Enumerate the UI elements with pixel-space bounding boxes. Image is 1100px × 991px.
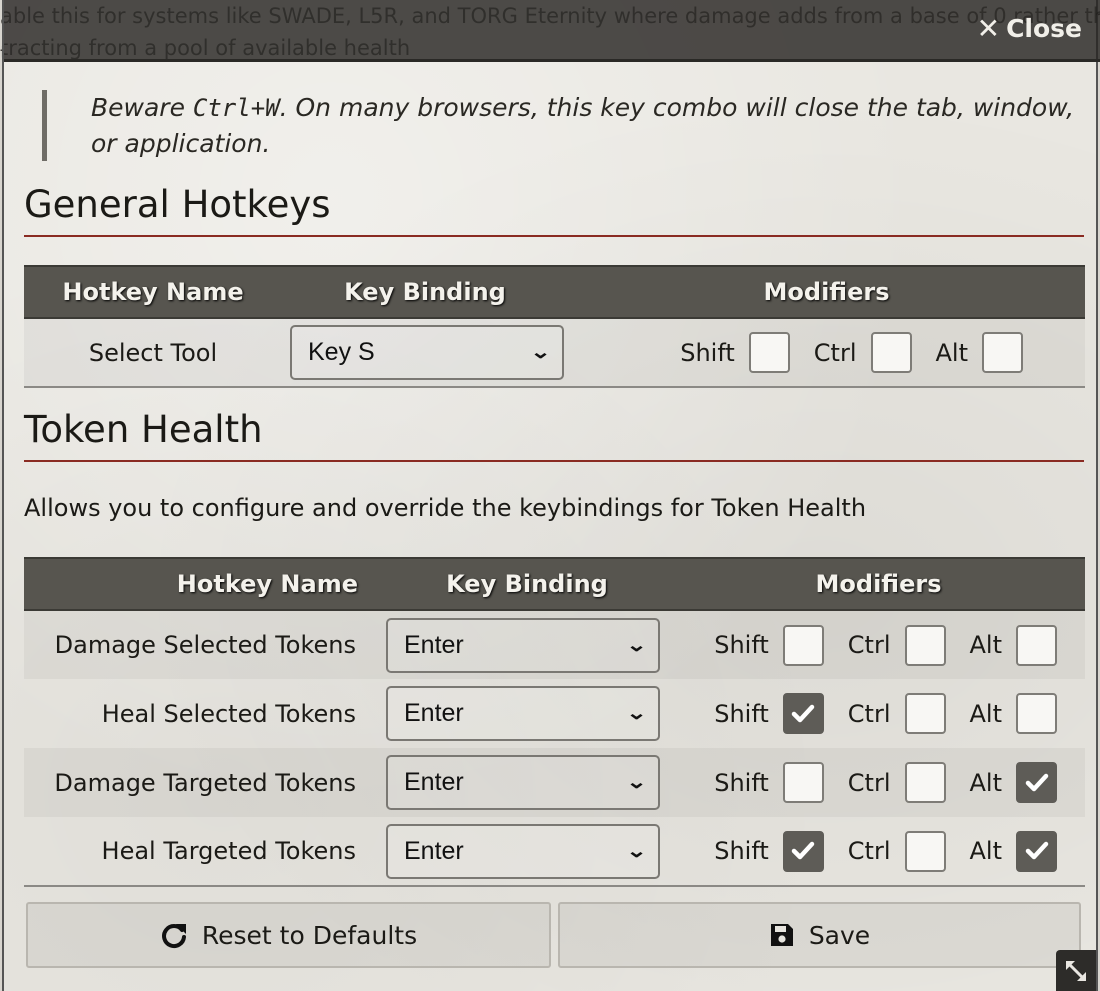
close-icon: ✕ — [976, 12, 1001, 45]
resize-icon — [1065, 960, 1087, 981]
modifiers-group: Shift Ctrl Alt — [568, 332, 1085, 373]
hotkeys-config-window: able this for systems like SWADE, L5R, a… — [2, 0, 1100, 991]
modifiers-group: Shift Ctrl Alt — [672, 693, 1085, 734]
hotkey-name: Damage Targeted Tokens — [24, 748, 382, 817]
floppy-disk-icon — [770, 924, 793, 946]
save-button[interactable]: Save — [558, 902, 1081, 968]
shift-checkbox[interactable] — [782, 762, 824, 803]
table-row: Damage Selected Tokens Enter ⌄ Shift Ctrl Alt — [24, 610, 1085, 679]
chevron-down-icon: ⌄ — [625, 840, 648, 861]
ctrl-checkbox[interactable] — [904, 762, 946, 803]
table-row: Heal Targeted Tokens Enter ⌄ Shift Ctrl Alt — [24, 817, 1085, 887]
alt-label: Alt — [969, 837, 1003, 865]
alt-checkbox[interactable] — [982, 332, 1023, 373]
alt-checkbox[interactable] — [1016, 830, 1057, 872]
key-binding-select[interactable]: Key S ⌄ — [290, 325, 564, 380]
ctrl-checkbox[interactable] — [904, 624, 946, 666]
hotkey-name: Damage Selected Tokens — [24, 610, 382, 679]
column-header-hotkey-name: Hotkey Name — [24, 265, 282, 319]
checkmark-icon — [1025, 773, 1048, 791]
column-header-modifiers: Modifiers — [568, 265, 1085, 319]
reset-to-defaults-button[interactable]: Reset to Defaults — [26, 902, 551, 968]
checkmark-icon — [1025, 841, 1048, 860]
table-row: Damage Targeted Tokens Enter ⌄ Shift Ctrl Alt — [24, 748, 1085, 817]
key-binding-select[interactable]: Enter ⌄ — [386, 823, 660, 879]
table-row: Select Tool Key S ⌄ Shift Ctrl Alt — [24, 318, 1085, 388]
ctrl-label: Ctrl — [847, 837, 891, 865]
key-binding-select[interactable]: Enter ⌄ — [386, 617, 660, 673]
column-header-modifiers: Modifiers — [672, 557, 1085, 611]
key-binding-select[interactable]: Enter ⌄ — [386, 686, 660, 741]
alt-checkbox[interactable] — [1016, 624, 1057, 666]
column-header-key-binding: Key Binding — [382, 557, 672, 611]
save-label: Save — [808, 920, 871, 950]
alt-label: Alt — [969, 768, 1003, 797]
alt-label: Alt — [935, 338, 969, 367]
alt-checkbox[interactable] — [1016, 693, 1057, 734]
chevron-down-icon: ⌄ — [625, 703, 648, 723]
shift-label: Shift — [680, 338, 735, 367]
ctrl-label: Ctrl — [847, 768, 891, 797]
shift-label: Shift — [714, 699, 769, 728]
hotkey-name: Select Tool — [24, 318, 282, 388]
ctrl-label: Ctrl — [847, 699, 891, 728]
resize-handle[interactable] — [1056, 950, 1096, 991]
shift-checkbox[interactable] — [748, 332, 790, 373]
column-header-key-binding: Key Binding — [282, 265, 568, 319]
ctrl-checkbox[interactable] — [870, 332, 912, 373]
ctrl-label: Ctrl — [847, 631, 891, 659]
checkmark-icon — [792, 841, 815, 860]
alt-label: Alt — [969, 699, 1003, 728]
shift-checkbox[interactable] — [782, 693, 824, 734]
modifiers-group: Shift Ctrl Alt — [672, 624, 1085, 666]
redo-icon — [161, 924, 186, 949]
chevron-down-icon: ⌄ — [625, 772, 648, 792]
ctrl-checkbox[interactable] — [904, 830, 946, 872]
shift-label: Shift — [714, 837, 769, 865]
close-button[interactable]: ✕ Close — [977, 12, 1082, 46]
shift-checkbox[interactable] — [782, 624, 824, 666]
ctrl-w-warning: Beware Ctrl+W. On many browsers, this ke… — [42, 90, 1082, 161]
checkmark-icon — [792, 704, 815, 722]
alt-checkbox[interactable] — [1016, 762, 1057, 803]
close-label: Close — [1006, 14, 1082, 43]
ctrl-checkbox[interactable] — [904, 693, 946, 734]
chevron-down-icon: ⌄ — [529, 342, 552, 362]
hotkey-name: Heal Selected Tokens — [101, 699, 356, 728]
table-row: Heal Selected Tokens Enter ⌄ Shift Ctrl Alt — [24, 679, 1085, 748]
chevron-down-icon: ⌄ — [625, 634, 648, 655]
window-titlebar[interactable]: able this for systems like SWADE, L5R, a… — [4, 0, 1100, 62]
column-header-hotkey-name: Hotkey Name — [24, 557, 382, 611]
ctrl-label: Ctrl — [813, 338, 857, 367]
titlebar-underlying-text: able this for systems like SWADE, L5R, a… — [4, 4, 1100, 60]
key-binding-select[interactable]: Enter ⌄ — [386, 755, 660, 810]
shift-label: Shift — [714, 631, 769, 659]
general-hotkeys-table: Hotkey Name Key Binding Modifiers Select… — [24, 265, 1085, 388]
section-title-general-hotkeys: General Hotkeys — [24, 183, 1084, 237]
token-health-table: Hotkey Name Key Binding Modifiers Damage… — [24, 557, 1085, 887]
modifiers-group: Shift Ctrl Alt — [672, 762, 1085, 803]
alt-label: Alt — [969, 631, 1003, 659]
shift-label: Shift — [714, 768, 769, 797]
hotkey-name: Heal Targeted Tokens — [24, 817, 382, 887]
reset-label: Reset to Defaults — [201, 920, 418, 950]
section-description: Allows you to configure and override the… — [24, 494, 867, 522]
shift-checkbox[interactable] — [782, 830, 824, 872]
key-combo: Ctrl+W — [192, 94, 280, 122]
modifiers-group: Shift Ctrl Alt — [672, 830, 1085, 872]
section-title-token-health: Token Health — [24, 408, 1084, 462]
